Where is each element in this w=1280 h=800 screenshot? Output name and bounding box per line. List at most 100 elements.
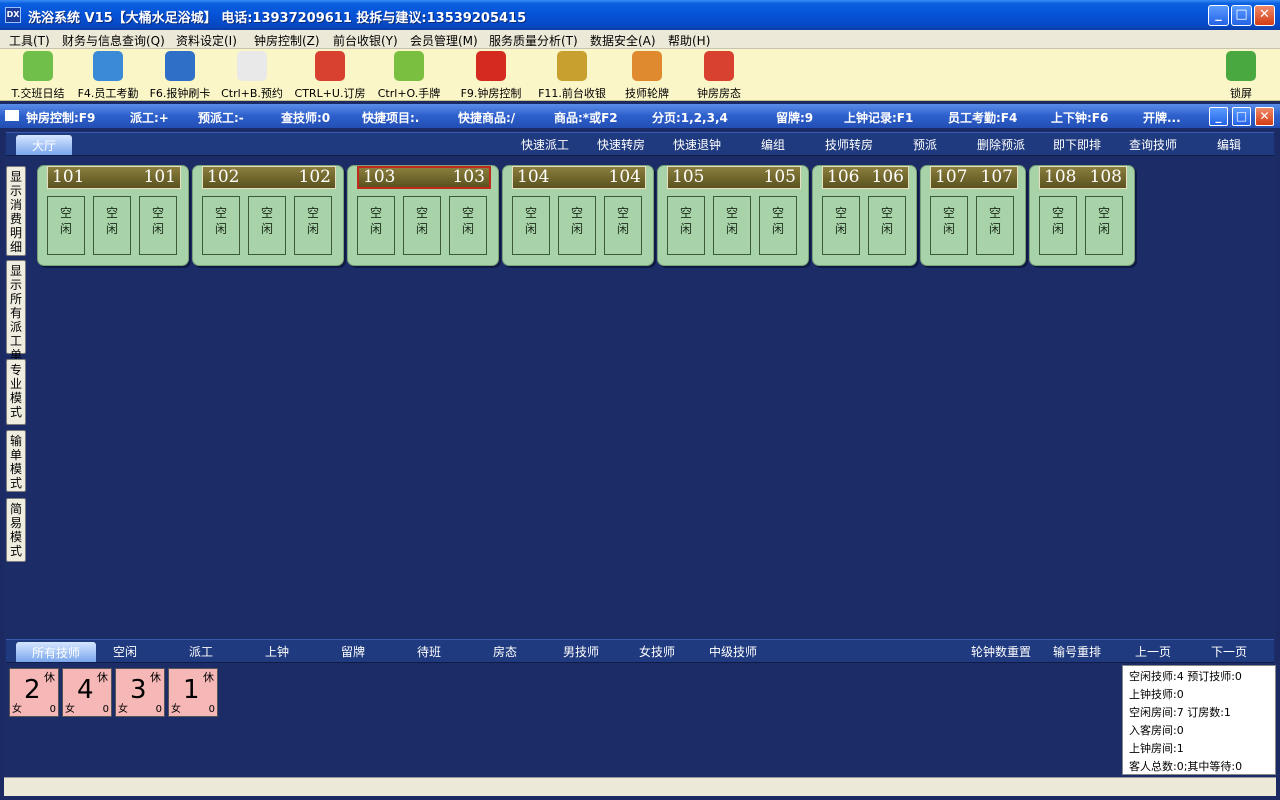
menu-item[interactable]: 工具(T)	[9, 32, 50, 49]
bed-slot[interactable]: 空闲	[202, 196, 240, 255]
shortcut-hint: 分页:1,2,3,4	[652, 111, 728, 125]
room-action-button[interactable]: 快速转房	[597, 136, 645, 153]
technician-filter-tab[interactable]: 待班	[417, 643, 441, 660]
room-number-header[interactable]: 103 103	[357, 166, 491, 189]
menu-item[interactable]: 帮助(H)	[668, 32, 710, 49]
room-number-header[interactable]: 107 107	[930, 166, 1018, 189]
room-action-button[interactable]: 删除预派	[977, 136, 1025, 153]
bed-slot[interactable]: 空闲	[294, 196, 332, 255]
room-number-header[interactable]: 105 105	[667, 166, 801, 189]
bed-slot[interactable]: 空闲	[1039, 196, 1077, 255]
bed-slot[interactable]: 空闲	[558, 196, 596, 255]
toolbar-button[interactable]: F11.前台收银	[534, 51, 610, 100]
bed-slot[interactable]: 空闲	[976, 196, 1014, 255]
close-button[interactable]: ✕	[1254, 5, 1275, 26]
technician-card[interactable]: 2休女 0	[9, 668, 59, 717]
room-action-button[interactable]: 即下即排	[1053, 136, 1101, 153]
toolbar-button[interactable]: F6.报钟刷卡	[145, 51, 215, 100]
toolbar-button[interactable]: Ctrl+O.手牌	[374, 51, 444, 100]
room-card[interactable]: 107 107 空闲空闲	[920, 165, 1026, 266]
bed-slot[interactable]: 空闲	[449, 196, 487, 255]
room-card[interactable]: 105 105 空闲空闲空闲	[657, 165, 809, 266]
side-mode-button[interactable]: 简易模式	[6, 498, 26, 562]
bed-slot[interactable]: 空闲	[868, 196, 906, 255]
technician-action-button[interactable]: 轮钟数重置	[971, 643, 1031, 660]
room-card[interactable]: 104 104 空闲空闲空闲	[502, 165, 654, 266]
room-card[interactable]: 101 101 空闲空闲空闲	[37, 165, 189, 266]
bed-slot[interactable]: 空闲	[1085, 196, 1123, 255]
bed-slot[interactable]: 空闲	[604, 196, 642, 255]
bed-slot[interactable]: 空闲	[512, 196, 550, 255]
menu-item[interactable]: 财务与信息查询(Q)	[62, 32, 165, 49]
bed-slot[interactable]: 空闲	[930, 196, 968, 255]
technician-filter-tab[interactable]: 中级技师	[709, 643, 757, 660]
side-mode-button[interactable]: 显示消费明细	[6, 166, 26, 256]
bed-slot[interactable]: 空闲	[139, 196, 177, 255]
bed-slot[interactable]: 空闲	[759, 196, 797, 255]
technician-filter-tab[interactable]: 留牌	[341, 643, 365, 660]
bed-slot[interactable]: 空闲	[403, 196, 441, 255]
menu-item[interactable]: 资料设定(I)	[176, 32, 237, 49]
technician-card[interactable]: 4休女 0	[62, 668, 112, 717]
technician-card[interactable]: 1休女 0	[168, 668, 218, 717]
toolbar-button[interactable]: T.交班日结	[6, 51, 70, 100]
menu-item[interactable]: 钟房控制(Z)	[254, 32, 320, 49]
technician-action-button[interactable]: 上一页	[1135, 643, 1171, 660]
room-action-button[interactable]: 编组	[761, 136, 785, 153]
room-action-button[interactable]: 查询技师	[1129, 136, 1177, 153]
room-number-header[interactable]: 108 108	[1039, 166, 1127, 189]
technician-action-button[interactable]: 下一页	[1211, 643, 1247, 660]
room-number-header[interactable]: 106 106	[822, 166, 909, 189]
room-action-button[interactable]: 技师转房	[825, 136, 873, 153]
room-action-button[interactable]: 快速退钟	[673, 136, 721, 153]
inner-minimize-button[interactable]: _	[1209, 107, 1228, 126]
room-card[interactable]: 102 102 空闲空闲空闲	[192, 165, 344, 266]
room-card[interactable]: 106 106 空闲空闲	[812, 165, 917, 266]
minimize-button[interactable]: _	[1208, 5, 1229, 26]
menu-item[interactable]: 前台收银(Y)	[333, 32, 398, 49]
technician-filter-tab[interactable]: 房态	[493, 643, 517, 660]
technician-filter-tab[interactable]: 空闲	[113, 643, 137, 660]
side-mode-button[interactable]: 专业模式	[6, 359, 26, 425]
room-action-button[interactable]: 编辑	[1217, 136, 1241, 153]
bed-slot[interactable]: 空闲	[47, 196, 85, 255]
tab-all-technicians[interactable]: 所有技师	[16, 642, 97, 662]
window-titlebar[interactable]: DX 洗浴系统 V15【大桶水足浴城】 电话:13937209611 投拆与建议…	[0, 0, 1280, 30]
side-mode-button[interactable]: 输单模式	[6, 430, 26, 492]
room-control-window-titlebar[interactable]: _ □ ✕ 钟房控制:F9 派工:+ 预派工:- 查技师:0 快捷项目:. 快捷商品:/ 商…	[0, 104, 1280, 128]
toolbar-button[interactable]: 钟房房态	[693, 51, 745, 100]
inner-close-button[interactable]: ✕	[1255, 107, 1274, 126]
room-action-button[interactable]: 快速派工	[521, 136, 569, 153]
toolbar-button[interactable]: 技师轮牌	[621, 51, 673, 100]
toolbar-button[interactable]: F9.钟房控制	[455, 51, 527, 100]
bed-slot[interactable]: 空闲	[713, 196, 751, 255]
room-number-header[interactable]: 101 101	[47, 166, 181, 189]
menu-item[interactable]: 数据安全(A)	[590, 32, 656, 49]
technician-filter-tab[interactable]: 上钟	[265, 643, 289, 660]
room-number-header[interactable]: 102 102	[202, 166, 336, 189]
menu-item[interactable]: 会员管理(M)	[410, 32, 478, 49]
toolbar-button[interactable]: 锁屏	[1223, 51, 1259, 100]
inner-maximize-button[interactable]: □	[1232, 107, 1251, 126]
side-mode-button[interactable]: 显示所有派工单	[6, 260, 26, 362]
technician-filter-tab[interactable]: 男技师	[563, 643, 599, 660]
tab-hall[interactable]: 大厅	[16, 135, 73, 155]
toolbar-button[interactable]: F4.员工考勤	[74, 51, 142, 100]
technician-action-button[interactable]: 输号重排	[1053, 643, 1101, 660]
room-action-button[interactable]: 预派	[913, 136, 937, 153]
bed-slot[interactable]: 空闲	[357, 196, 395, 255]
toolbar-button[interactable]: Ctrl+B.预约	[217, 51, 287, 100]
room-card[interactable]: 108 108 空闲空闲	[1029, 165, 1135, 266]
menu-item[interactable]: 服务质量分析(T)	[489, 32, 578, 49]
technician-filter-tab[interactable]: 女技师	[639, 643, 675, 660]
room-card[interactable]: 103 103 空闲空闲空闲	[347, 165, 499, 266]
bed-slot[interactable]: 空闲	[667, 196, 705, 255]
maximize-button[interactable]: □	[1231, 5, 1252, 26]
toolbar-button[interactable]: CTRL+U.订房	[292, 51, 368, 100]
bed-slot[interactable]: 空闲	[822, 196, 860, 255]
bed-slot[interactable]: 空闲	[248, 196, 286, 255]
technician-filter-tab[interactable]: 派工	[189, 643, 213, 660]
bed-slot[interactable]: 空闲	[93, 196, 131, 255]
room-number-header[interactable]: 104 104	[512, 166, 646, 189]
technician-card[interactable]: 3休女 0	[115, 668, 165, 717]
